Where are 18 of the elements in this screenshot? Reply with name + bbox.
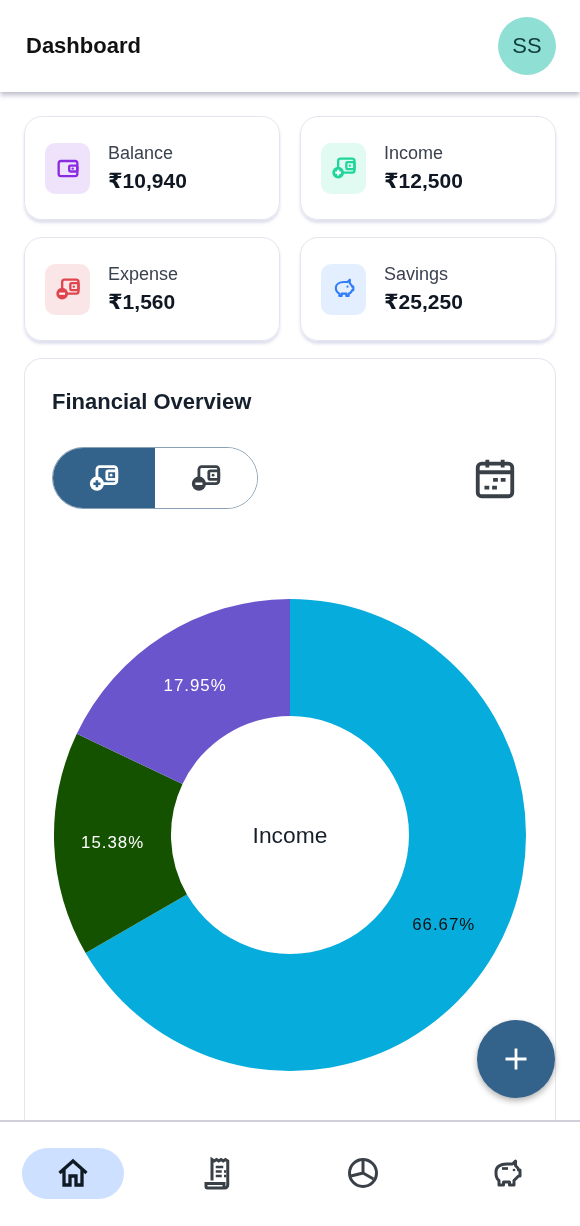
nav-tab[interactable] (21, 1147, 124, 1199)
card-title: Financial Overview (52, 389, 253, 415)
page-title: Dashboard (26, 33, 141, 59)
stat-value: ₹10,940 (108, 169, 187, 193)
slice-label: 15.38% (81, 833, 145, 853)
donut-center-label: Income (252, 821, 328, 848)
stat-value: ₹25,250 (384, 290, 463, 314)
stat-value: ₹1,560 (108, 290, 177, 314)
slice-label: 17.95% (163, 675, 227, 695)
stat-label: Balance (108, 143, 175, 164)
stat-label: Savings (384, 264, 450, 285)
user-avatar[interactable]: SS (498, 17, 556, 75)
add-button[interactable] (477, 1020, 555, 1098)
stat-value: ₹12,500 (384, 169, 463, 193)
stat-label: Income (384, 143, 445, 164)
stat-label: Expense (108, 264, 179, 285)
toggle-tab[interactable] (53, 448, 155, 508)
slice-label: 66.67% (412, 914, 476, 934)
